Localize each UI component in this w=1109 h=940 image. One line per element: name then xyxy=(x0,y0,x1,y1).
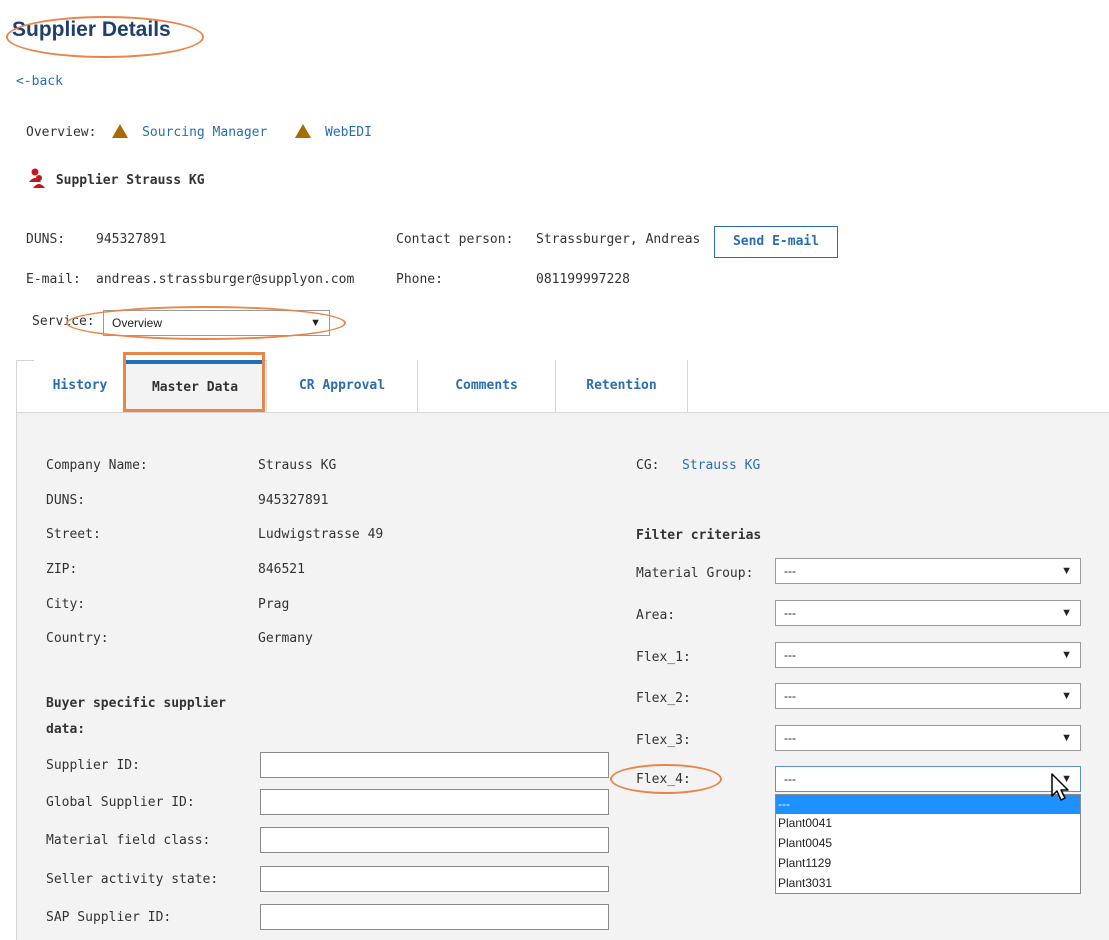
overview-label: Overview: xyxy=(26,125,97,140)
warning-triangle-icon xyxy=(295,124,312,138)
flex4-option[interactable]: Plant0041 xyxy=(776,814,1080,834)
material-group-label: Material Group: xyxy=(636,566,754,581)
cg-label: CG: xyxy=(636,458,660,473)
contact-label: Contact person: xyxy=(396,232,514,247)
duns-value: 945327891 xyxy=(96,232,167,247)
material-field-class-label: Material field class: xyxy=(46,833,211,848)
duns-value: 945327891 xyxy=(258,493,329,508)
email-label: E-mail: xyxy=(26,272,81,287)
city-label: City: xyxy=(46,597,86,612)
mouse-cursor-icon xyxy=(1051,773,1069,801)
duns-label: DUNS: xyxy=(26,232,66,247)
flex4-options-list: --- Plant0041 Plant0045 Plant1129 Plant3… xyxy=(775,794,1081,894)
back-link[interactable]: <-back xyxy=(16,74,63,89)
material-field-class-input[interactable] xyxy=(260,827,609,853)
zip-label: ZIP: xyxy=(46,562,78,577)
supplier-person-icon xyxy=(29,168,45,188)
flex4-option[interactable]: --- xyxy=(776,795,1080,814)
cg-link[interactable]: Strauss KG xyxy=(682,458,760,473)
flex2-label: Flex_2: xyxy=(636,691,691,706)
buyer-heading: Buyer specific supplier xyxy=(46,696,227,711)
flex4-option[interactable]: Plant0045 xyxy=(776,834,1080,854)
area-select[interactable]: --- ▼ xyxy=(775,600,1081,626)
select-value: --- xyxy=(784,731,796,745)
flex3-label: Flex_3: xyxy=(636,733,691,748)
supplier-name: Supplier Strauss KG xyxy=(55,173,205,188)
service-select[interactable]: Overview ▼ xyxy=(103,310,330,336)
select-value: --- xyxy=(784,689,796,703)
flex1-label: Flex_1: xyxy=(636,650,691,665)
overview-row: Overview: Sourcing Manager WebEDI xyxy=(26,124,372,140)
filter-heading: Filter criterias xyxy=(636,528,762,543)
zip-value: 846521 xyxy=(258,562,305,577)
page-title: Supplier Details xyxy=(12,18,171,41)
select-value: --- xyxy=(784,564,796,578)
flex4-option[interactable]: Plant3031 xyxy=(776,874,1080,894)
street-value: Ludwigstrasse 49 xyxy=(258,527,384,542)
dropdown-arrow-icon: ▼ xyxy=(1061,690,1072,702)
email-value: andreas.strassburger@supplyon.com xyxy=(96,272,355,287)
duns-label: DUNS: xyxy=(46,493,86,508)
flex4-label: Flex_4: xyxy=(636,772,691,787)
tab-history[interactable]: History xyxy=(34,360,126,412)
master-data-annotation-box xyxy=(123,352,265,412)
seller-activity-state-input[interactable] xyxy=(260,866,609,892)
phone-value: 081199997228 xyxy=(536,272,630,287)
select-value: --- xyxy=(784,772,796,786)
contact-value: Strassburger, Andreas xyxy=(536,232,701,247)
phone-label: Phone: xyxy=(396,272,443,287)
dropdown-arrow-icon: ▼ xyxy=(1061,649,1072,661)
supplier-id-input[interactable] xyxy=(260,752,609,778)
flex1-select[interactable]: --- ▼ xyxy=(775,642,1081,668)
select-value: --- xyxy=(784,648,796,662)
supplier-id-label: Supplier ID: xyxy=(46,758,140,773)
sourcing-manager-link[interactable]: Sourcing Manager xyxy=(142,125,267,140)
global-supplier-id-label: Global Supplier ID: xyxy=(46,795,195,810)
sap-supplier-id-input[interactable] xyxy=(260,904,609,930)
country-label: Country: xyxy=(46,631,109,646)
dropdown-arrow-icon: ▼ xyxy=(1061,565,1072,577)
tab-retention[interactable]: Retention xyxy=(556,360,688,412)
tab-comments[interactable]: Comments xyxy=(418,360,556,412)
street-label: Street: xyxy=(46,527,101,542)
flex4-option[interactable]: Plant1129 xyxy=(776,854,1080,874)
global-supplier-id-input[interactable] xyxy=(260,789,609,815)
supplier-header: Supplier Strauss KG xyxy=(28,168,205,188)
dropdown-arrow-icon: ▼ xyxy=(1061,732,1072,744)
service-label: Service: xyxy=(32,314,95,329)
company-name-value: Strauss KG xyxy=(258,458,337,473)
dropdown-arrow-icon: ▼ xyxy=(1061,607,1072,619)
country-value: Germany xyxy=(258,631,313,646)
material-group-select[interactable]: --- ▼ xyxy=(775,558,1081,584)
warning-triangle-icon xyxy=(112,124,129,138)
buyer-heading-cont: data: xyxy=(46,722,86,737)
service-value: Overview xyxy=(112,316,163,330)
seller-activity-state-label: Seller activity state: xyxy=(46,872,219,887)
area-label: Area: xyxy=(636,608,676,623)
sap-supplier-id-label: SAP Supplier ID: xyxy=(46,910,172,925)
city-value: Prag xyxy=(258,597,290,612)
flex2-select[interactable]: --- ▼ xyxy=(775,683,1081,709)
flex4-select[interactable]: --- ▼ xyxy=(775,766,1081,792)
webedi-link[interactable]: WebEDI xyxy=(325,125,372,140)
tab-cr-approval[interactable]: CR Approval xyxy=(266,360,418,412)
send-email-button[interactable]: Send E-mail xyxy=(714,226,838,258)
select-value: --- xyxy=(784,606,796,620)
dropdown-arrow-icon: ▼ xyxy=(310,317,321,329)
flex3-select[interactable]: --- ▼ xyxy=(775,725,1081,751)
company-name-label: Company Name: xyxy=(46,458,148,473)
